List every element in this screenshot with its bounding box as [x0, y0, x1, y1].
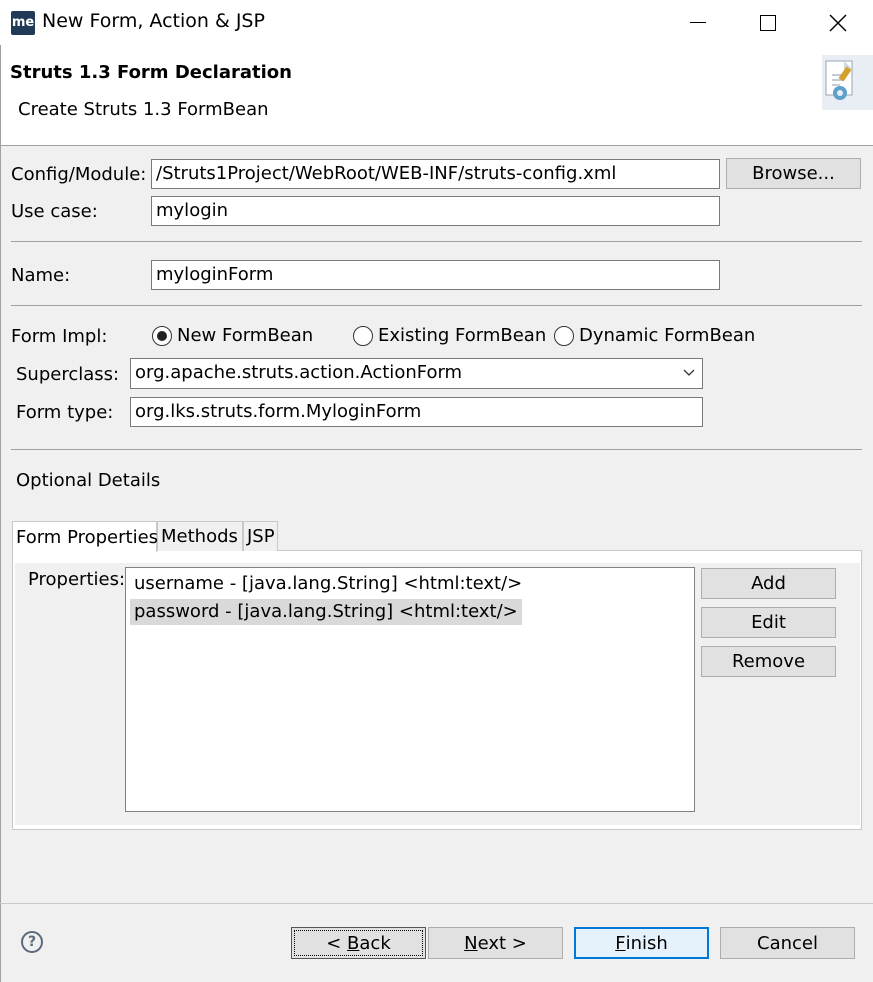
form-type-input[interactable]: org.lks.struts.form.MyloginForm: [130, 397, 703, 427]
tab-jsp[interactable]: JSP: [243, 521, 278, 551]
radio-button[interactable]: [353, 325, 373, 346]
minimize-button[interactable]: [663, 0, 733, 45]
radio-new-formbean[interactable]: New FormBean: [152, 325, 313, 346]
tab-methods[interactable]: Methods: [157, 521, 243, 551]
title-bar: me New Form, Action & JSP: [0, 0, 873, 45]
browse-button[interactable]: Browse...: [726, 158, 861, 189]
next-mnemonic: N: [464, 932, 478, 954]
maximize-button[interactable]: [733, 0, 803, 45]
close-button[interactable]: [803, 0, 873, 45]
close-icon: [829, 14, 847, 31]
finish-mnemonic: F: [615, 932, 626, 954]
form-type-label: Form type:: [16, 402, 114, 423]
back-rest: ack: [359, 932, 391, 954]
radio-existing-formbean[interactable]: Existing FormBean: [353, 325, 546, 346]
name-label: Name:: [11, 265, 71, 286]
superclass-label: Superclass:: [16, 364, 120, 385]
properties-list[interactable]: username - [java.lang.String] <html:text…: [125, 567, 695, 812]
superclass-value: org.apache.struts.action.ActionForm: [135, 362, 463, 383]
page-description: Create Struts 1.3 FormBean: [18, 99, 269, 120]
remove-button[interactable]: Remove: [701, 646, 836, 677]
list-item[interactable]: password - [java.lang.String] <html:text…: [130, 599, 522, 625]
superclass-combo[interactable]: org.apache.struts.action.ActionForm: [130, 358, 703, 389]
maximize-icon: [760, 14, 776, 31]
radio-label: Dynamic FormBean: [579, 325, 756, 346]
separator: [11, 449, 862, 450]
config-module-label: Config/Module:: [11, 164, 147, 185]
page-title: Struts 1.3 Form Declaration: [10, 62, 292, 83]
config-module-input[interactable]: /Struts1Project/WebRoot/WEB-INF/struts-c…: [151, 159, 720, 189]
finish-button[interactable]: Finish: [574, 927, 709, 959]
form-impl-label: Form Impl:: [11, 326, 108, 347]
radio-label: New FormBean: [177, 325, 314, 346]
wizard-header: Struts 1.3 Form Declaration Create Strut…: [0, 45, 873, 146]
back-button[interactable]: < Back: [291, 927, 426, 959]
radio-dynamic-formbean[interactable]: Dynamic FormBean: [554, 325, 755, 346]
chevron-down-icon: [683, 369, 695, 376]
add-button[interactable]: Add: [701, 568, 836, 599]
minimize-icon: [690, 22, 706, 23]
wizard-banner-icon: [822, 55, 873, 110]
use-case-label: Use case:: [11, 201, 98, 222]
help-icon[interactable]: ?: [21, 931, 43, 953]
radio-label: Existing FormBean: [378, 325, 547, 346]
tab-form-properties[interactable]: Form Properties: [12, 521, 158, 552]
properties-label: Properties:: [28, 569, 126, 590]
next-button[interactable]: Next >: [428, 927, 563, 959]
separator: [11, 305, 862, 306]
list-item[interactable]: username - [java.lang.String] <html:text…: [130, 571, 526, 597]
radio-button[interactable]: [554, 325, 574, 346]
dialog-border: [0, 45, 1, 982]
window-title: New Form, Action & JSP: [42, 10, 265, 32]
use-case-input[interactable]: mylogin: [151, 196, 720, 226]
back-prefix: <: [326, 932, 348, 954]
separator: [11, 241, 862, 242]
edit-button[interactable]: Edit: [701, 607, 836, 638]
name-input[interactable]: myloginForm: [151, 260, 720, 290]
radio-selected-dot: [157, 330, 167, 341]
back-mnemonic: B: [347, 932, 360, 954]
finish-rest: inish: [625, 932, 668, 954]
next-rest: ext >: [477, 932, 527, 954]
footer-separator: [0, 903, 873, 904]
radio-button[interactable]: [152, 325, 172, 346]
cancel-button[interactable]: Cancel: [720, 927, 855, 959]
optional-details-label: Optional Details: [16, 470, 161, 491]
app-logo-icon: me: [11, 11, 35, 35]
